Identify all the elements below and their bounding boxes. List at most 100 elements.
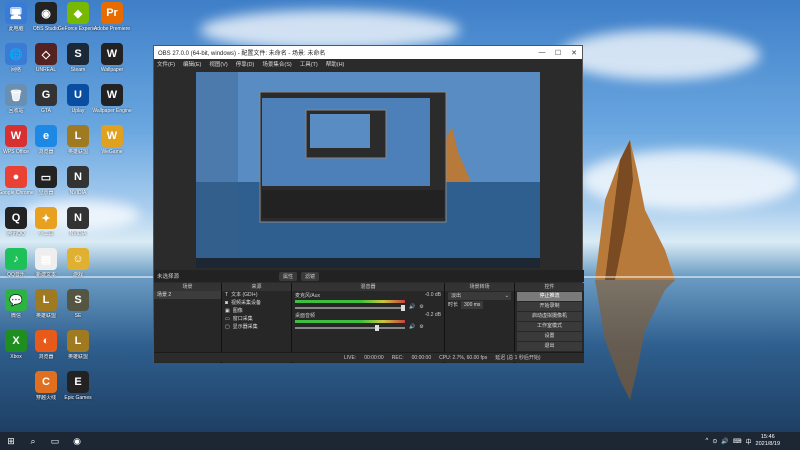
preview-image <box>196 72 540 268</box>
obs-window[interactable]: OBS 27.0.0 (64-bit, windows) - 配置文件: 未命名… <box>153 45 584 363</box>
desktop-icon[interactable]: S SE <box>58 289 98 319</box>
start-icon[interactable]: ⊞ <box>0 432 22 450</box>
clock[interactable]: 15:46 2021/8/19 <box>756 434 780 448</box>
sources-dock: 来源 T文本 (GDI+) ◙视频采集设备 ▣图像 ▭窗口采集 ▢显示器采集 +… <box>222 283 292 363</box>
scene-item[interactable]: 场景 2 <box>154 291 221 299</box>
app-icon: S <box>67 43 89 65</box>
desktop-icon[interactable]: Pr Adobe Premiere <box>92 2 132 32</box>
ime-icon[interactable]: 中 <box>746 437 752 446</box>
app-icon: G <box>35 84 57 106</box>
app-icon: 💬 <box>5 289 27 311</box>
volume-icon[interactable]: 🔊 <box>721 438 728 445</box>
tray-app-icon[interactable]: ⊙ <box>712 438 717 445</box>
start-virtual-camera-button[interactable]: 启动虚拟摄像机 <box>517 312 582 321</box>
menu-dock[interactable]: 停靠(D) <box>236 60 255 68</box>
duration-row: 时长 300 ms <box>445 301 514 309</box>
app-icon: 🌐 <box>5 43 27 65</box>
obs-taskbar-icon[interactable]: ◉ <box>66 432 88 450</box>
track-name: 桌面音频 <box>295 313 316 319</box>
duration-input[interactable]: 300 ms <box>461 301 484 309</box>
gear-icon[interactable]: ⚙ <box>419 324 423 330</box>
source-label: 图像 <box>232 308 243 314</box>
track-db: -0.2 dB <box>424 312 441 318</box>
speaker-icon[interactable]: 🔊 <box>409 324 415 330</box>
desktop-icon[interactable]: W Wallpaper Engine <box>92 84 132 114</box>
desktop-icon-label: Wallpaper <box>100 67 124 73</box>
menu-scene-collection[interactable]: 场景集合(S) <box>262 60 291 68</box>
desktop-icon-label: SE <box>74 313 82 319</box>
source-item[interactable]: ▣ 图像 <box>222 307 291 315</box>
settings-button[interactable]: 设置 <box>517 332 582 341</box>
tray-expand-icon[interactable]: ^ <box>706 438 709 444</box>
minimize-button[interactable]: — <box>534 49 550 56</box>
desktop-icon[interactable]: ☺ 游戏 <box>58 248 98 278</box>
desktop-icon[interactable]: W Wallpaper <box>92 43 132 73</box>
rock-formation <box>595 140 675 280</box>
studio-mode-button[interactable]: 工作室模式 <box>517 322 582 331</box>
source-label: 文本 (GDI+) <box>231 292 258 298</box>
stop-streaming-button[interactable]: 停止推流 <box>517 292 582 301</box>
source-item[interactable]: ◙ 视频采集设备 <box>222 299 291 307</box>
app-icon: C <box>35 371 57 393</box>
close-button[interactable]: ✕ <box>566 49 582 57</box>
controls-header: 控件 <box>515 283 584 291</box>
volume-slider[interactable] <box>295 325 405 331</box>
source-item[interactable]: ▭ 窗口采集 <box>222 315 291 323</box>
speaker-icon[interactable]: 🔊 <box>409 304 415 310</box>
no-source-label: 未选择源 <box>157 274 180 280</box>
app-icon: L <box>67 125 89 147</box>
desktop-icon[interactable]: E Epic Games <box>58 371 98 401</box>
app-icon: W <box>101 84 123 106</box>
menu-edit[interactable]: 编辑(E) <box>183 60 201 68</box>
delay-label: 延迟 (总 1 秒后开始) <box>495 355 541 361</box>
desktop-icon-label: 英雄联盟 <box>67 354 88 360</box>
desktop-icon-label: WeGame <box>101 149 123 155</box>
maximize-button[interactable]: ☐ <box>550 49 566 57</box>
app-icon: Pr <box>101 2 123 24</box>
window-icon: ▭ <box>225 316 230 322</box>
app-icon: 🗑 <box>5 84 27 106</box>
preview-canvas[interactable] <box>196 72 540 268</box>
sources-header: 来源 <box>222 283 291 291</box>
transition-type: 淡出 <box>451 293 462 299</box>
source-item[interactable]: T 文本 (GDI+) <box>222 291 291 299</box>
properties-button[interactable]: 属性 <box>279 271 298 281</box>
menu-file[interactable]: 文件(F) <box>157 60 175 68</box>
source-item[interactable]: ▢ 显示器采集 <box>222 323 291 331</box>
desktop-icon[interactable]: W WeGame <box>92 125 132 155</box>
title-bar[interactable]: OBS 27.0.0 (64-bit, windows) - 配置文件: 未命名… <box>154 46 582 59</box>
clock-time: 15:46 <box>760 434 775 440</box>
start-recording-button[interactable]: 开始录制 <box>517 302 582 311</box>
gear-icon[interactable]: ⚙ <box>419 304 423 310</box>
desktop-icon-label: NVIDIA <box>69 190 87 196</box>
transitions-dock: 场景转场 淡出 ⌄ 时长 300 ms <box>445 283 515 363</box>
app-icon: ◆ <box>67 2 89 24</box>
desktop-icon[interactable]: N NVIDIA <box>58 207 98 237</box>
desktop-icon[interactable]: L 英雄联盟 <box>58 330 98 360</box>
volume-slider[interactable] <box>295 305 405 311</box>
app-icon: ◉ <box>35 2 57 24</box>
taskbar: ⊞ ⌕ ▭ ◉ ^ ⊙ 🔊 ⌨ 中 15:46 2021/8/19 <box>0 432 800 450</box>
desktop-icon-label: NVIDIA <box>69 231 87 237</box>
monitor-icon: ▢ <box>225 324 230 330</box>
menu-view[interactable]: 视图(V) <box>209 60 227 68</box>
search-icon[interactable]: ⌕ <box>22 432 44 450</box>
camera-icon: ◙ <box>225 300 229 306</box>
task-view-icon[interactable]: ▭ <box>44 432 66 450</box>
keyboard-icon[interactable]: ⌨ <box>733 438 742 445</box>
menu-tools[interactable]: 工具(T) <box>300 60 318 68</box>
menu-bar: 文件(F) 编辑(E) 视图(V) 停靠(D) 场景集合(S) 工具(T) 帮助… <box>154 59 582 69</box>
app-icon: N <box>67 166 89 188</box>
app-icon: W <box>101 125 123 147</box>
transition-select[interactable]: 淡出 ⌄ <box>448 292 511 300</box>
volume-meter <box>295 320 405 323</box>
filters-button[interactable]: 滤镜 <box>301 271 320 281</box>
desktop-icon-label: Epic Games <box>64 395 92 401</box>
desktop-icon[interactable]: N NVIDIA <box>58 166 98 196</box>
app-icon: ♪ <box>5 248 27 270</box>
menu-help[interactable]: 帮助(H) <box>326 60 345 68</box>
app-icon: ✦ <box>35 207 57 229</box>
app-icon: ▭ <box>35 166 57 188</box>
desktop-icon-label: Wallpaper Engine <box>92 108 132 114</box>
exit-button[interactable]: 退出 <box>517 342 582 351</box>
